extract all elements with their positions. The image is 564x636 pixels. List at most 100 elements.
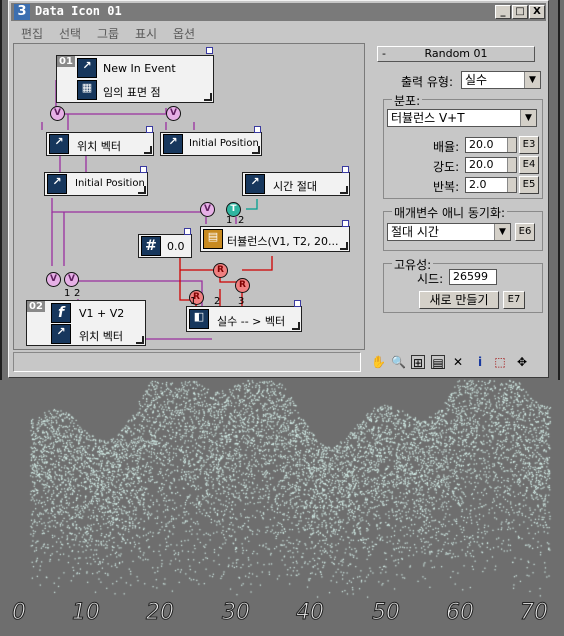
spinner-arrows-icon[interactable] [507, 158, 516, 172]
distribution-dropdown[interactable]: 터뷸런스 V+T ▼ [387, 109, 537, 127]
minimize-button[interactable]: _ [495, 5, 511, 19]
repeat-label: 반복: [433, 180, 460, 194]
menu-options[interactable]: 옵션 [173, 25, 195, 42]
absolute-time-node[interactable]: ↗ 시간 절대 [242, 172, 350, 196]
node-resize-icon [252, 146, 260, 154]
position-vector-node[interactable]: ↗ 위치 벡터 [46, 132, 154, 156]
port[interactable] [294, 300, 301, 307]
vector-socket[interactable]: V [64, 272, 79, 287]
port[interactable] [342, 166, 349, 173]
scale-spinner[interactable]: 20.0 [465, 137, 517, 153]
vector-icon: ↗ [49, 134, 69, 154]
menu-display[interactable]: 표시 [135, 25, 157, 42]
port-number: 1 [64, 288, 71, 299]
spinner-arrows-icon[interactable] [507, 138, 516, 152]
function-node[interactable]: 02 f ↗ V1 + V2 위치 벡터 [26, 300, 146, 346]
initial-position-label: Initial Position [189, 138, 259, 149]
position-vector-label: 위치 벡터 [77, 140, 121, 153]
float-to-vector-node[interactable]: ◧ 실수 -- > 벡터 [186, 306, 302, 332]
distribution-group-title: 분포: [392, 92, 423, 109]
menu-select[interactable]: 선택 [59, 25, 81, 42]
menu-edit[interactable]: 편집 [21, 25, 43, 42]
port[interactable] [140, 166, 147, 173]
turbulence-node[interactable]: ▤ 터뷸런스(V1, T2, 20... [200, 226, 350, 252]
chevron-down-icon: ▼ [520, 110, 536, 126]
vector-icon: ↗ [163, 134, 183, 154]
axis-label-0: 0 [12, 600, 27, 626]
event-node[interactable]: 01 ↗ ▦ New In Event 임의 표면 점 [56, 55, 214, 103]
port-number: 1 [226, 215, 233, 226]
anim-sync-group-title: 매개변수 애니 동기화: [392, 204, 508, 221]
spinner-arrows-icon[interactable] [507, 178, 516, 192]
info-icon[interactable]: i [473, 355, 487, 369]
port[interactable] [254, 126, 261, 133]
function-output-label: 위치 벡터 [79, 330, 123, 343]
menu-group[interactable]: 그룹 [97, 25, 119, 42]
scale-e3-button[interactable]: E3 [519, 136, 539, 154]
real-socket[interactable]: R [213, 263, 228, 278]
function-badge: 02 [27, 301, 45, 312]
zoom-region-icon[interactable]: ⊞ [411, 355, 425, 370]
function-icon: f [51, 303, 71, 323]
select-icon[interactable]: ⬚ [493, 355, 507, 369]
surface-point-label: 임의 표면 점 [103, 86, 161, 99]
real-socket[interactable]: R [235, 278, 250, 293]
graph-canvas[interactable]: 01 ↗ ▦ New In Event 임의 표면 점 V V ↗ 위치 벡터 … [13, 43, 365, 350]
vector-socket[interactable]: V [50, 106, 65, 121]
node-resize-icon [144, 146, 152, 154]
port[interactable] [342, 220, 349, 227]
port[interactable] [146, 126, 153, 133]
vector-socket[interactable]: V [166, 106, 181, 121]
axis-label-20: 20 [146, 600, 175, 626]
delete-icon[interactable]: ✕ [451, 355, 465, 369]
initial-position-node-2[interactable]: ↗ Initial Position [44, 172, 148, 196]
new-seed-button[interactable]: 새로 만들기 [419, 291, 499, 309]
strength-spinner[interactable]: 20.0 [465, 157, 517, 173]
node-resize-icon [204, 93, 212, 101]
float-constant-node[interactable]: # 0.0 [138, 234, 192, 258]
vector-socket[interactable]: V [46, 272, 61, 287]
axis-label-40: 40 [296, 600, 325, 626]
chevron-down-icon: ▼ [494, 224, 510, 240]
initial-position-node[interactable]: ↗ Initial Position [160, 132, 262, 156]
anim-sync-dropdown[interactable]: 절대 시간 ▼ [387, 223, 511, 241]
event-output-port[interactable] [206, 47, 213, 54]
anim-sync-value: 절대 시간 [391, 225, 439, 239]
strength-e4-button[interactable]: E4 [519, 156, 539, 174]
move-icon[interactable]: ✥ [515, 355, 529, 369]
repeat-value: 2.0 [469, 178, 487, 191]
wire-initpos-v [51, 198, 207, 213]
function-expr: V1 + V2 [79, 307, 125, 320]
zoom-icon[interactable]: 🔍 [391, 355, 406, 369]
axis-label-30: 30 [222, 600, 251, 626]
axis-label-60: 60 [446, 600, 475, 626]
initial-position-label: Initial Position [75, 178, 145, 189]
pan-hand-icon[interactable]: ✋ [371, 355, 386, 369]
close-button[interactable]: X [529, 5, 545, 19]
wire-time [246, 199, 258, 210]
float-value: 0.0 [167, 240, 185, 253]
scale-value: 20.0 [469, 138, 494, 151]
repeat-e5-button[interactable]: E5 [519, 176, 539, 194]
axis-label-10: 10 [72, 600, 101, 626]
port[interactable] [184, 228, 191, 235]
node-resize-icon [340, 186, 348, 194]
vector-socket[interactable]: V [200, 202, 215, 217]
maximize-button[interactable]: □ [512, 5, 528, 19]
anim-sync-e6-button[interactable]: E6 [515, 223, 535, 241]
data-icon-window: 3 Data Icon 01 _ □ X 편집 선택 그룹 표시 옵션 01 ↗… [8, 0, 549, 378]
rollout-header[interactable]: - Random 01 [377, 46, 535, 62]
title-bar[interactable]: 3 Data Icon 01 _ □ X [11, 3, 546, 21]
seed-field[interactable]: 26599 [449, 269, 497, 285]
surface-point-icon: ▦ [77, 80, 97, 100]
output-type-dropdown[interactable]: 실수 ▼ [461, 71, 541, 89]
event-label: New In Event [103, 62, 176, 75]
window-title: Data Icon 01 [35, 4, 122, 18]
parameters-panel: - Random 01 출력 유형: 실수 ▼ 분포: 터뷸런스 V+T ▼ 배… [369, 43, 547, 317]
chevron-down-icon: ▼ [524, 72, 540, 88]
status-bar [13, 352, 361, 372]
fit-icon[interactable]: ▤ [431, 355, 445, 370]
repeat-spinner[interactable]: 2.0 [465, 177, 517, 193]
new-e7-button[interactable]: E7 [503, 291, 525, 309]
strength-label: 강도: [433, 160, 460, 174]
